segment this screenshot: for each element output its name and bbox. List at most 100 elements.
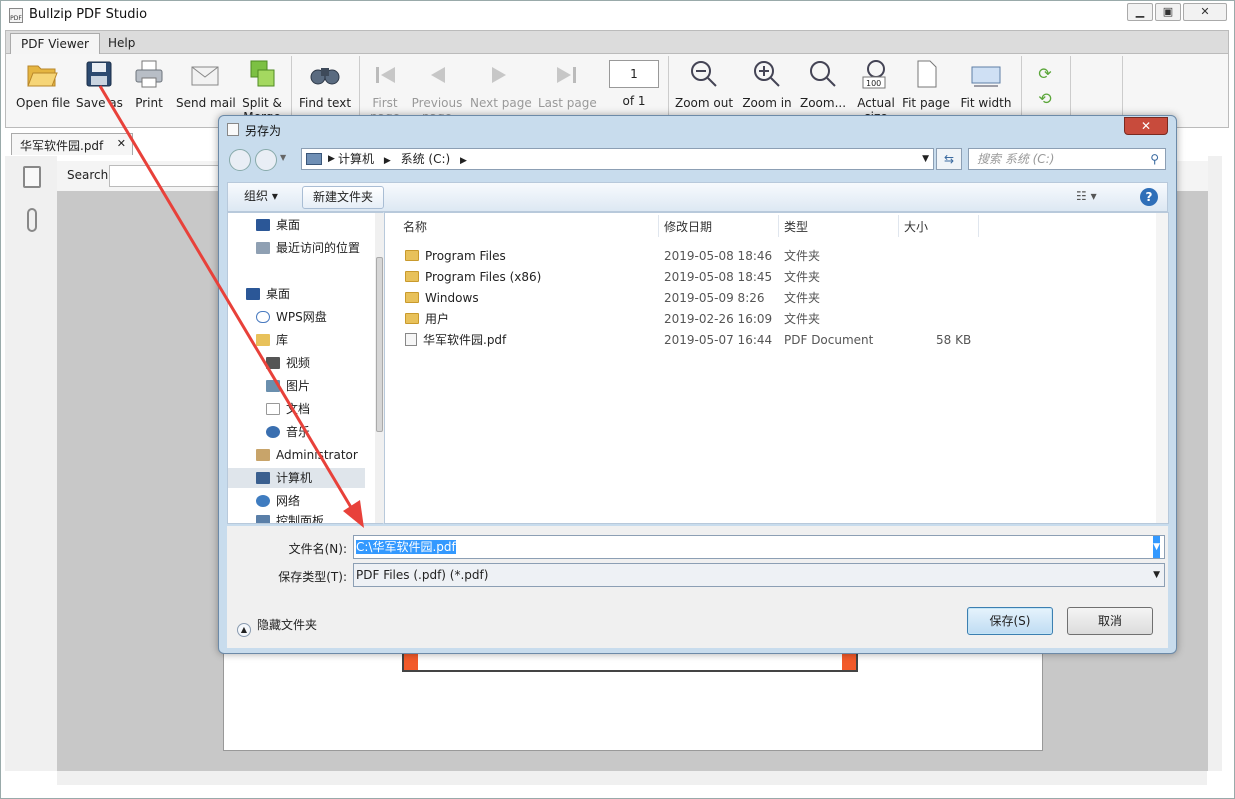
pdf-file-icon [405,333,417,346]
back-button[interactable] [229,149,251,171]
dialog-search-input[interactable]: 搜索 系统 (C:) ⚲ [968,148,1166,170]
search-input[interactable] [109,165,219,187]
filetype-dropdown-icon: ▼ [1153,570,1160,580]
column-header-date[interactable]: 修改日期 [664,216,712,238]
nav-item-computer[interactable]: 计算机 [228,468,365,488]
save-as-button[interactable]: Save as [76,58,123,124]
nav-item-documents[interactable]: 文档 [266,399,310,419]
computer-icon [306,153,322,165]
table-row[interactable]: Program Files 2019-05-08 18:46 文件夹 [385,246,985,267]
split-merge-icon [240,58,284,96]
breadcrumb-separator: ▶ [328,154,335,164]
maximize-button[interactable]: ▣ [1155,3,1181,21]
binoculars-icon [298,58,352,96]
document-tab-label: 华军软件园.pdf [20,139,104,153]
view-options-icon[interactable]: ☷ ▾ [1076,189,1097,203]
dialog-icon [227,123,239,136]
documents-icon [266,403,280,415]
folder-icon [405,271,419,282]
fit-width-icon [958,58,1014,96]
first-page-icon [368,58,402,96]
refresh-button[interactable]: ⇆ [936,148,962,170]
nav-item-control-panel[interactable]: 控制面板 [256,511,324,523]
column-header-size[interactable]: 大小 [904,216,928,238]
history-dropdown-icon[interactable]: ▼ [280,153,286,162]
pictures-icon [266,380,280,392]
pages-icon[interactable] [23,166,41,188]
breadcrumb-computer[interactable]: 计算机 [338,152,374,166]
new-folder-button[interactable]: 新建文件夹 [302,186,385,209]
navigation-scrollbar[interactable] [375,213,384,523]
minimize-button[interactable]: ▁ [1127,3,1153,21]
table-row[interactable]: Program Files (x86) 2019-05-08 18:45 文件夹 [385,267,985,288]
search-label: Search [67,168,109,182]
filetype-label: 保存类型(T): [278,570,347,584]
nav-item-desktop[interactable]: 桌面 [246,284,290,304]
document-tab[interactable]: 华军软件园.pdf ✕ [11,133,133,155]
music-icon [266,426,280,438]
address-bar[interactable]: ▶ 计算机 ▶ 系统 (C:) ▶ ▼ [301,148,934,170]
help-icon[interactable]: ? [1140,188,1158,206]
hide-folders-toggle[interactable]: ▲ 隐藏文件夹 [237,616,317,637]
save-button[interactable]: 保存(S) [967,607,1053,635]
tab-help[interactable]: Help [98,33,145,55]
back-forward-buttons: ▼ [227,148,291,172]
left-panel [5,156,57,771]
envelope-icon [176,58,234,96]
filename-dropdown-icon[interactable]: ▼ [1153,536,1160,558]
table-row[interactable]: 用户 2019-02-26 16:09 文件夹 [385,309,985,330]
navigation-pane: 桌面 最近访问的位置 桌面 WPS网盘 库 视频 图片 文档 音乐 Admini… [227,212,384,524]
zoom-in-icon [740,58,794,96]
address-dropdown-icon[interactable]: ▼ [922,149,929,169]
nav-item-administrator[interactable]: Administrator [256,445,358,465]
dialog-close-button[interactable]: ✕ [1124,117,1168,135]
video-icon [266,357,280,369]
page-number-input[interactable]: 1 [609,60,659,88]
folder-icon [405,250,419,261]
open-file-button[interactable]: Open file [16,58,70,124]
organize-button[interactable]: 组织 ▾ [234,186,288,209]
rotate-counterclockwise-icon[interactable]: ⟲ [1030,89,1060,108]
breadcrumb-drive-c[interactable]: 系统 (C:) [401,152,451,166]
file-list-scrollbar[interactable] [1156,213,1168,523]
dialog-command-bar: 组织 ▾ 新建文件夹 ☷ ▾ ? [227,182,1168,212]
network-icon [256,495,270,507]
print-button[interactable]: Print [130,58,168,124]
horizontal-scrollbar[interactable] [57,771,1207,785]
nav-item-wps-cloud[interactable]: WPS网盘 [256,307,327,327]
folder-icon [405,313,419,324]
user-folder-icon [256,449,270,461]
nav-item-recent[interactable]: 最近访问的位置 [256,238,360,258]
column-header-name[interactable]: 名称 [403,216,427,238]
filetype-select[interactable]: PDF Files (.pdf) (*.pdf) ▼ [353,563,1165,587]
folder-open-icon [16,58,68,96]
app-icon: PDF [9,8,23,23]
filename-input[interactable]: C:\华军软件园.pdf ▼ [353,535,1165,559]
library-icon [256,334,270,346]
desktop-icon [256,219,270,231]
attachment-icon[interactable] [27,208,37,232]
control-panel-icon [256,515,270,523]
tab-pdf-viewer[interactable]: PDF Viewer [10,33,100,55]
app-title: Bullzip PDF Studio [29,7,148,22]
column-header-type[interactable]: 类型 [784,216,808,238]
fit-page-icon [902,58,950,96]
table-row[interactable]: Windows 2019-05-09 8:26 文件夹 [385,288,985,309]
floppy-disk-icon [76,58,122,96]
vertical-scrollbar[interactable] [1208,156,1222,771]
nav-item-libraries[interactable]: 库 [256,330,288,350]
nav-item-videos[interactable]: 视频 [266,353,310,373]
forward-button[interactable] [255,149,277,171]
rotate-clockwise-icon[interactable]: ⟳ [1030,64,1060,83]
document-tab-close-icon[interactable]: ✕ [117,137,126,150]
cancel-button[interactable]: 取消 [1067,607,1153,635]
next-page-icon [470,58,530,96]
nav-item-pictures[interactable]: 图片 [266,376,310,396]
nav-item-desktop-fav[interactable]: 桌面 [256,215,300,235]
zoom-out-icon [674,58,734,96]
nav-item-network[interactable]: 网络 [256,491,300,511]
nav-item-music[interactable]: 音乐 [266,422,310,442]
table-row[interactable]: 华军软件园.pdf 2019-05-07 16:44 PDF Document … [385,330,985,351]
last-page-icon [538,58,596,96]
close-button[interactable]: ✕ [1183,3,1227,21]
